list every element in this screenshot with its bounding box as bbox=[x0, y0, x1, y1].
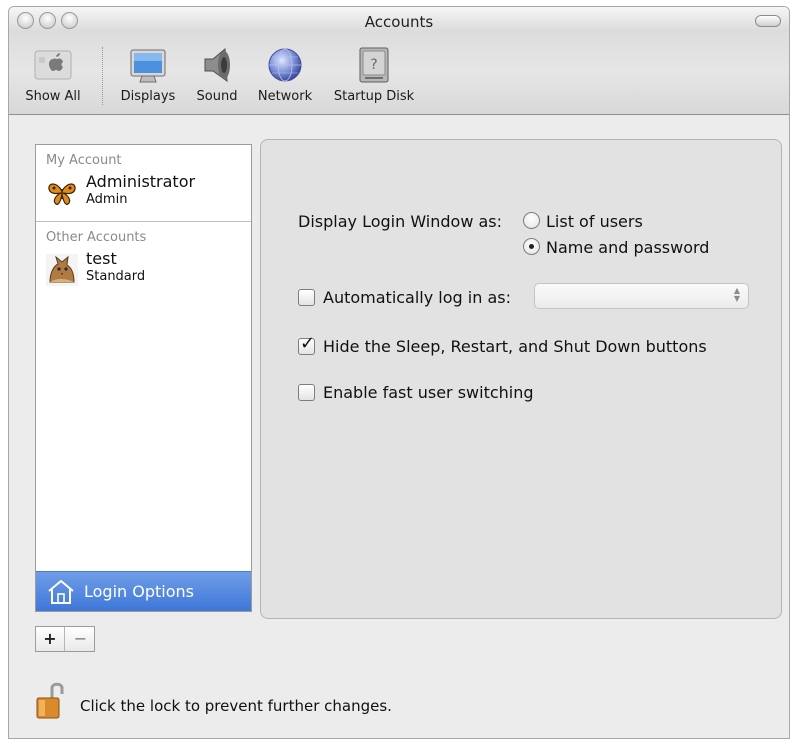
display-login-label: Display Login Window as: bbox=[298, 212, 503, 231]
house-icon bbox=[46, 578, 76, 606]
other-accounts-heading: Other Accounts bbox=[46, 230, 147, 245]
speaker-icon bbox=[197, 45, 237, 85]
apple-logo-icon bbox=[33, 45, 73, 85]
accounts-window: Accounts Show All Displays Sound Network… bbox=[8, 6, 790, 739]
auto-login-label[interactable]: Automatically log in as: bbox=[323, 288, 511, 307]
add-remove-buttons: + − bbox=[35, 626, 95, 652]
window-title: Accounts bbox=[364, 13, 434, 31]
window-toolbar: Accounts Show All Displays Sound Network… bbox=[9, 7, 789, 115]
toolbar-sound[interactable]: Sound bbox=[190, 45, 244, 104]
butterfly-avatar-icon bbox=[46, 177, 78, 209]
toolbar-separator bbox=[102, 47, 103, 105]
toolbar-displays[interactable]: Displays bbox=[115, 45, 181, 104]
account-name: test bbox=[86, 249, 117, 268]
globe-icon bbox=[265, 45, 305, 85]
hide-buttons-checkbox[interactable]: ✓ bbox=[298, 334, 315, 355]
account-name: Administrator bbox=[86, 172, 196, 191]
hide-buttons-label[interactable]: Hide the Sleep, Restart, and Shut Down b… bbox=[323, 337, 707, 356]
lock-message: Click the lock to prevent further change… bbox=[80, 697, 392, 715]
add-account-button[interactable]: + bbox=[36, 627, 65, 651]
popup-arrows-icon: ▲ ▼ bbox=[733, 286, 740, 303]
toolbar-label: Startup Disk bbox=[333, 89, 415, 104]
toolbar-label: Network bbox=[257, 89, 313, 104]
account-role: Admin bbox=[86, 192, 128, 207]
display-icon bbox=[128, 45, 168, 85]
account-row-administrator[interactable]: Administrator Admin bbox=[36, 169, 251, 221]
login-options-panel: Display Login Window as: List of users N… bbox=[260, 139, 782, 619]
checkmark-icon: ✓ bbox=[300, 333, 316, 354]
radio-name-and-password-label[interactable]: Name and password bbox=[546, 238, 709, 257]
toolbar-toggle-button[interactable] bbox=[755, 15, 781, 27]
radio-list-of-users[interactable] bbox=[523, 212, 540, 229]
auto-login-checkbox[interactable] bbox=[298, 289, 315, 306]
my-account-heading: My Account bbox=[46, 153, 122, 168]
auto-login-user-select[interactable]: ▲ ▼ bbox=[534, 283, 749, 309]
toolbar-label: Displays bbox=[120, 89, 176, 104]
remove-account-button[interactable]: − bbox=[66, 627, 95, 651]
toolbar-show-all[interactable]: Show All bbox=[15, 45, 91, 104]
toolbar-label: Show All bbox=[25, 89, 81, 104]
radio-list-of-users-label[interactable]: List of users bbox=[546, 212, 643, 231]
account-row-test[interactable]: test Standard bbox=[36, 246, 251, 298]
radio-name-and-password[interactable] bbox=[523, 238, 540, 255]
login-options-label: Login Options bbox=[84, 582, 194, 601]
toolbar-startup-disk[interactable]: ? Startup Disk bbox=[328, 45, 420, 104]
fast-user-switching-label[interactable]: Enable fast user switching bbox=[323, 383, 534, 402]
cat-avatar-icon bbox=[46, 254, 78, 286]
toolbar-network[interactable]: Network bbox=[252, 45, 318, 104]
disk-icon: ? bbox=[354, 45, 394, 85]
accounts-list: My Account Administrator Admin Other Acc… bbox=[35, 144, 252, 612]
fast-user-switching-checkbox[interactable] bbox=[298, 384, 315, 401]
open-lock-icon[interactable] bbox=[35, 680, 65, 720]
svg-text:?: ? bbox=[370, 57, 377, 73]
login-options-item[interactable]: Login Options bbox=[36, 571, 251, 611]
account-role: Standard bbox=[86, 269, 146, 284]
toolbar-label: Sound bbox=[196, 89, 238, 104]
